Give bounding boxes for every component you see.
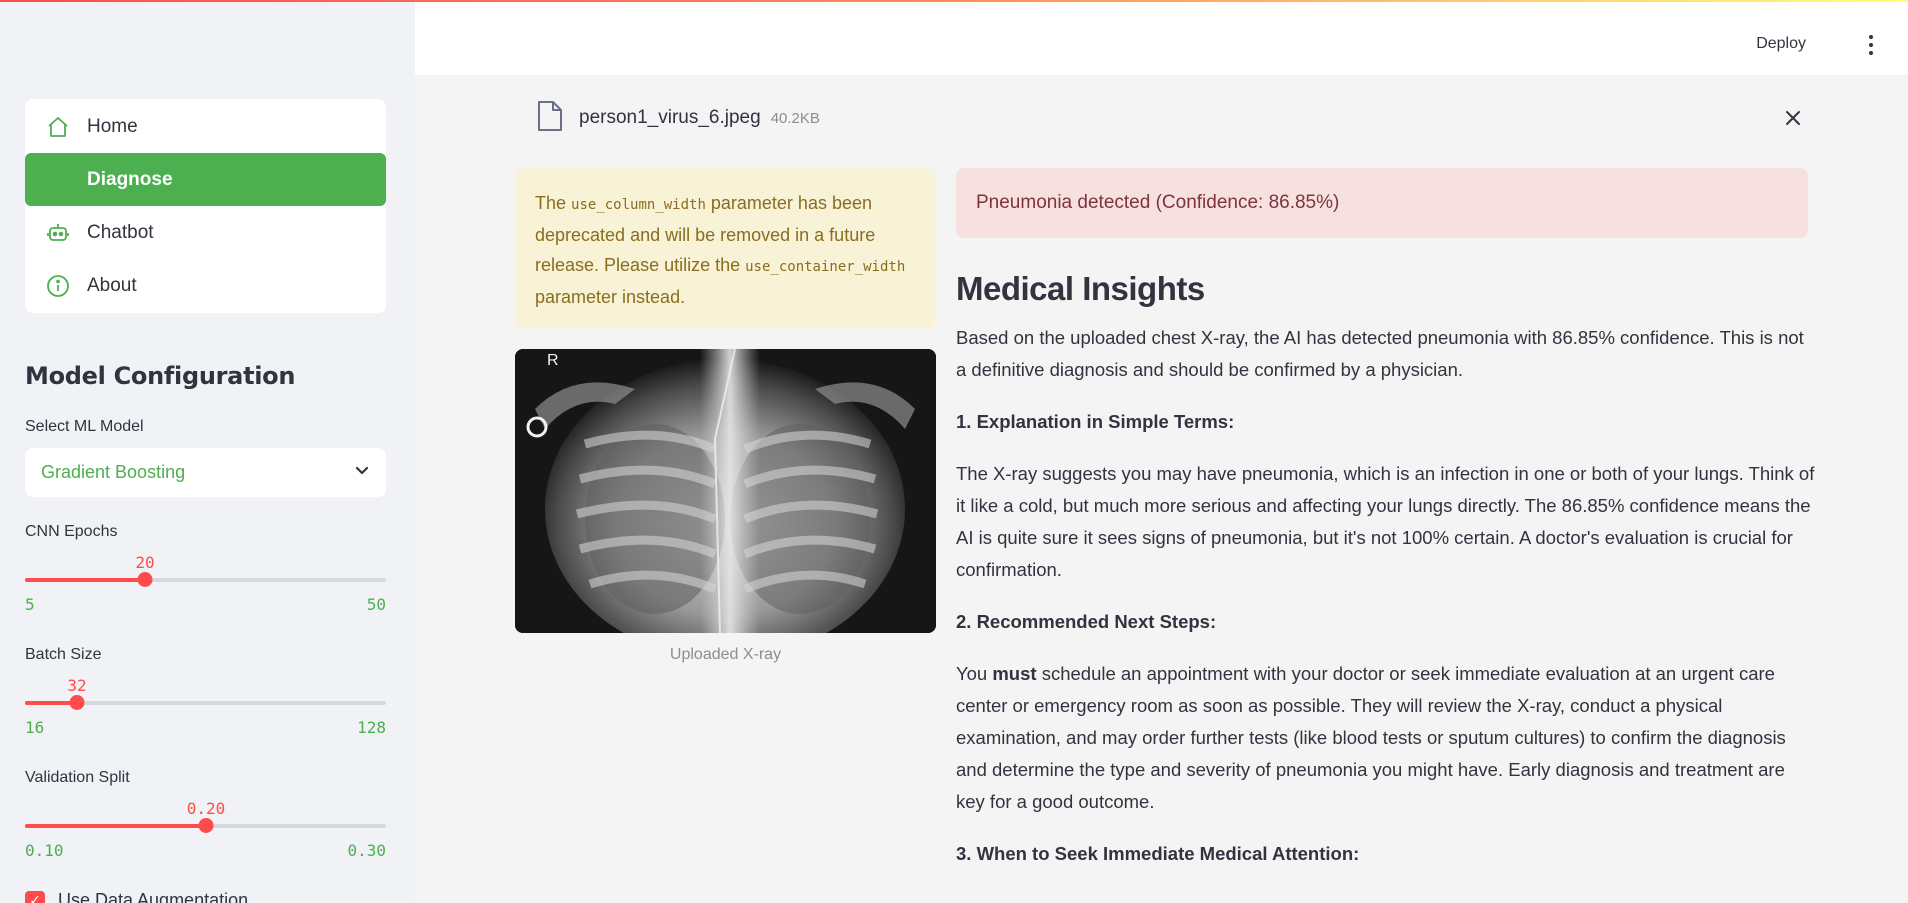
insights-intro: Based on the uploaded chest X-ray, the A…: [956, 327, 1804, 380]
warning-code: use_container_width: [745, 259, 906, 275]
slider-min: 16: [25, 718, 45, 737]
diagnosis-result: Pneumonia detected (Confidence: 86.85%): [956, 168, 1808, 238]
main-content: Deploy person1_virus_6.jpeg 40.2KB The u…: [415, 0, 1908, 903]
slider-min: 5: [25, 595, 35, 614]
robot-icon: [45, 220, 71, 246]
slider-value: 20: [135, 553, 155, 572]
slider-min: 0.10: [25, 841, 64, 860]
warning-text: The: [535, 193, 572, 213]
uploaded-file-row: person1_virus_6.jpeg 40.2KB: [537, 100, 1807, 136]
kebab-menu-icon[interactable]: [1868, 35, 1874, 55]
slider-max: 50: [366, 595, 386, 614]
slider-fill: [25, 824, 206, 828]
cnn-epochs-slider[interactable]: 20 5 50: [25, 553, 386, 623]
slider-value: 0.20: [186, 799, 226, 818]
model-select-label: Select ML Model: [25, 418, 144, 435]
cnn-epochs-label: CNN Epochs: [25, 523, 118, 540]
top-decoration-stripe: [0, 0, 1908, 2]
slider-thumb[interactable]: [198, 818, 214, 833]
augmentation-checkbox-row[interactable]: ✓ Use Data Augmentation: [25, 890, 248, 903]
insights-text: You: [956, 663, 993, 684]
file-name: person1_virus_6.jpeg: [579, 107, 761, 128]
app-header: Deploy: [415, 2, 1908, 75]
xray-marker: R: [547, 352, 559, 369]
validation-split-slider[interactable]: 0.20 0.10 0.30: [25, 799, 386, 869]
nav-item-diagnose[interactable]: Diagnose: [25, 153, 386, 206]
nav-label-chatbot: Chatbot: [87, 221, 154, 243]
insights-text: schedule an appointment with your doctor…: [956, 663, 1786, 812]
slider-value: 32: [67, 676, 87, 695]
slider-fill: [25, 578, 145, 582]
file-icon: [537, 100, 563, 137]
nav-label-home: Home: [87, 115, 138, 137]
insights-emphasis: must: [992, 663, 1037, 684]
warning-code: use_column_width: [571, 197, 706, 213]
slider-max: 0.30: [347, 841, 386, 860]
insights-title: Medical Insights: [956, 270, 1205, 307]
xray-image: R: [515, 349, 936, 633]
file-size: 40.2KB: [770, 109, 820, 127]
insights-heading-3: 3. When to Seek Immediate Medical Attent…: [956, 843, 1360, 864]
augmentation-checkbox[interactable]: ✓: [25, 890, 45, 903]
warning-text: parameter instead.: [535, 287, 686, 307]
model-select[interactable]: Gradient Boosting: [25, 448, 386, 497]
slider-max: 128: [357, 718, 386, 737]
nav-label-diagnose: Diagnose: [87, 168, 173, 190]
model-configuration-title: Model Configuration: [25, 362, 296, 390]
nav-label-about: About: [87, 274, 137, 296]
augmentation-label: Use Data Augmentation: [58, 890, 249, 903]
slider-thumb[interactable]: [137, 572, 153, 587]
nav-item-home[interactable]: Home: [25, 100, 386, 153]
nav-item-chatbot[interactable]: Chatbot: [25, 206, 386, 259]
deprecation-warning: The use_column_width parameter has been …: [515, 168, 936, 328]
sidebar: Home Diagnose Chatbot About Model Config…: [0, 0, 415, 903]
slider-thumb[interactable]: [69, 695, 85, 710]
medical-insights: Medical Insights Based on the uploaded c…: [956, 270, 1816, 890]
validation-split-label: Validation Split: [25, 769, 130, 786]
batch-size-slider[interactable]: 32 16 128: [25, 676, 386, 746]
insights-heading-1: 1. Explanation in Simple Terms:: [956, 411, 1235, 432]
close-icon[interactable]: [1779, 104, 1807, 132]
deploy-button[interactable]: Deploy: [1756, 35, 1806, 53]
chevron-down-icon: [354, 462, 370, 483]
nav-item-about[interactable]: About: [25, 259, 386, 312]
insights-paragraph-1: The X-ray suggests you may have pneumoni…: [956, 463, 1815, 580]
insights-paragraph-2: You must schedule an appointment with yo…: [956, 658, 1816, 818]
home-icon: [45, 114, 71, 140]
image-caption: Uploaded X-ray: [669, 646, 782, 663]
insights-heading-2: 2. Recommended Next Steps:: [956, 611, 1217, 632]
batch-size-label: Batch Size: [25, 646, 102, 663]
info-icon: [45, 273, 71, 299]
nav-menu: Home Diagnose Chatbot About: [25, 99, 386, 313]
model-select-value: Gradient Boosting: [41, 462, 186, 482]
